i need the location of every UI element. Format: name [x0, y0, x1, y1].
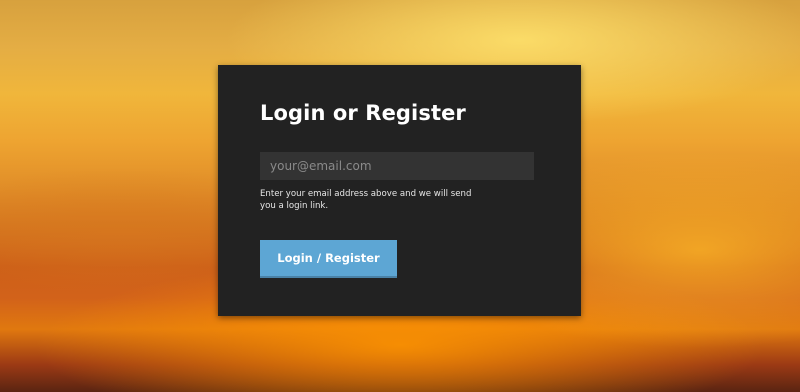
login-register-button[interactable]: Login / Register: [260, 240, 397, 278]
login-panel: Login or Register Enter your email addre…: [218, 65, 581, 316]
email-hint-text: Enter your email address above and we wi…: [260, 189, 472, 211]
email-input[interactable]: [260, 152, 534, 180]
page-title: Login or Register: [260, 101, 466, 125]
